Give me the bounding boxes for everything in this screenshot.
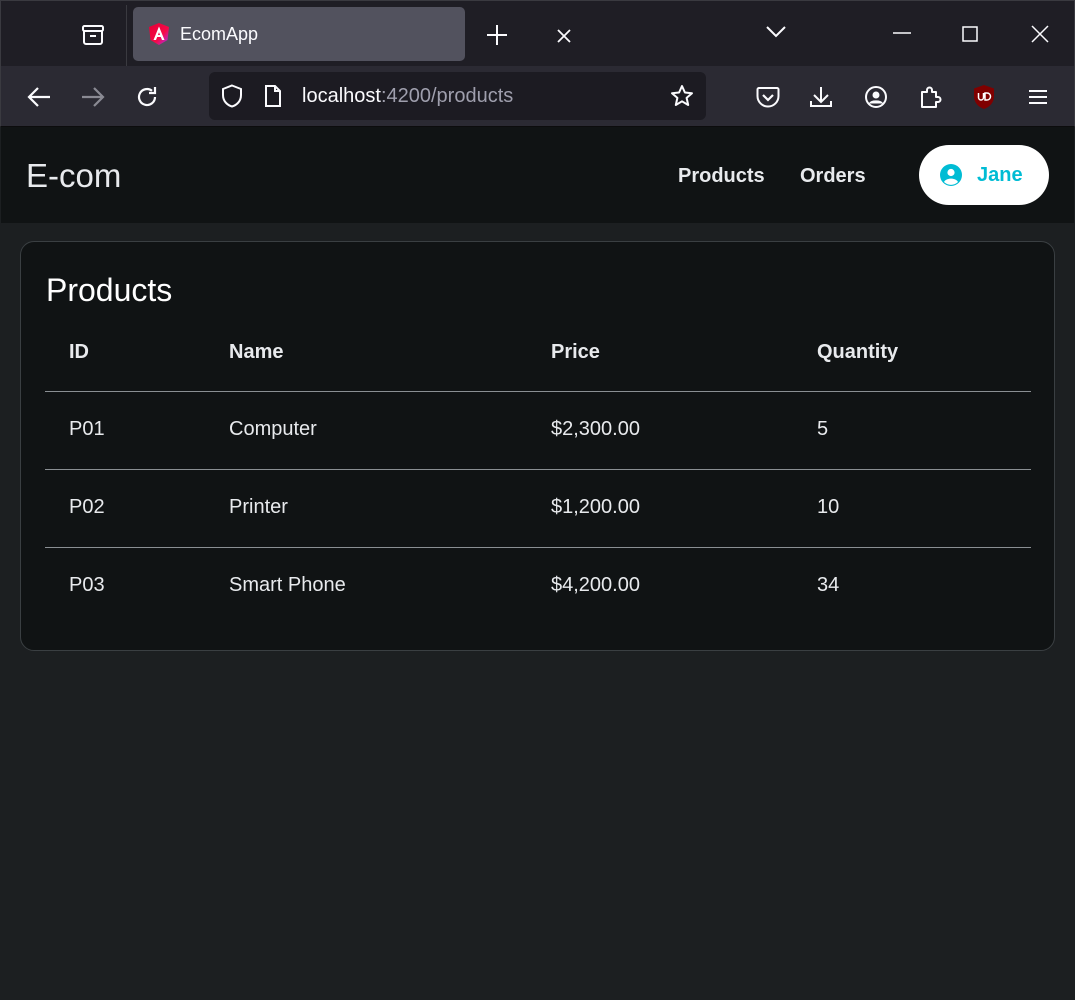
column-header-id: ID [69, 341, 89, 363]
extensions-button[interactable] [917, 84, 943, 110]
table-header-row: ID Name Price Quantity [45, 314, 1031, 392]
app-toolbar: E-com Products Orders Jane [1, 127, 1074, 223]
table-row: P01 Computer $2,300.00 5 [45, 392, 1031, 470]
maximize-icon[interactable] [962, 26, 978, 42]
plus-icon[interactable] [485, 23, 509, 47]
url-text: localhost:4200/products [302, 85, 513, 108]
reload-button[interactable] [134, 84, 160, 110]
angular-icon [149, 23, 169, 45]
ublock-icon [974, 85, 994, 109]
page-icon[interactable] [264, 84, 282, 108]
cell-quantity: 10 [817, 496, 840, 518]
cell-name: Computer [229, 418, 317, 440]
cell-quantity: 34 [817, 574, 840, 596]
cell-name: Printer [229, 496, 288, 518]
browser-tab-bar: EcomApp [0, 0, 1075, 67]
tab-separator [126, 5, 127, 67]
products-card: Products ID Name Price Quantity P01 Comp… [20, 241, 1055, 651]
firefox-view-button[interactable] [73, 15, 113, 55]
browser-toolbar: localhost:4200/products [0, 66, 1075, 127]
app-menu-button[interactable] [1025, 84, 1051, 110]
cell-price: $2,300.00 [551, 418, 640, 440]
nav-link-products[interactable]: Products [678, 165, 765, 188]
table-row: P03 Smart Phone $4,200.00 34 [45, 548, 1031, 626]
tab-ecomapp[interactable]: EcomApp [133, 7, 571, 61]
table-row: P02 Printer $1,200.00 10 [45, 470, 1031, 548]
products-table: ID Name Price Quantity P01 Computer $2,3… [45, 314, 1031, 626]
cell-quantity: 5 [817, 418, 829, 440]
url-path: :4200/products [380, 85, 514, 107]
cell-id: P01 [69, 418, 105, 440]
tab-title: EcomApp [180, 24, 259, 44]
column-header-price: Price [551, 341, 600, 363]
user-name: Jane [977, 164, 1023, 186]
minimize-icon[interactable] [893, 32, 911, 34]
address-bar[interactable]: localhost:4200/products [209, 72, 706, 120]
reload-icon [137, 87, 157, 107]
pocket-icon [756, 87, 780, 108]
arrow-right-icon [82, 87, 105, 107]
back-button[interactable] [26, 84, 52, 110]
cell-name: Smart Phone [229, 574, 346, 596]
account-button[interactable] [863, 84, 889, 110]
cell-id: P02 [69, 496, 105, 518]
column-header-name: Name [229, 341, 284, 363]
downloads-button[interactable] [808, 84, 834, 110]
account-icon [865, 86, 887, 108]
chevron-down-icon[interactable] [765, 25, 787, 39]
arrow-left-icon [27, 87, 50, 107]
cell-id: P03 [69, 574, 105, 596]
url-host: localhost [302, 85, 381, 107]
column-header-quantity: Quantity [817, 341, 899, 363]
cell-price: $1,200.00 [551, 496, 640, 518]
account-circle-icon [940, 164, 962, 186]
close-icon[interactable] [557, 29, 571, 43]
pocket-button[interactable] [755, 84, 781, 110]
page-title: Products [46, 272, 173, 308]
user-menu-button[interactable]: Jane [919, 145, 1049, 205]
shield-icon[interactable] [221, 84, 243, 108]
window-close-icon[interactable] [1031, 25, 1049, 43]
app-brand: E-com [26, 157, 122, 194]
cell-price: $4,200.00 [551, 574, 640, 596]
firefox-view-icon [82, 25, 104, 45]
nav-link-orders[interactable]: Orders [800, 165, 866, 188]
ublock-button[interactable] [971, 84, 997, 110]
forward-button[interactable] [80, 84, 106, 110]
hamburger-menu-icon [1029, 90, 1047, 104]
puzzle-icon [921, 86, 942, 108]
download-icon [810, 87, 832, 107]
star-icon[interactable] [670, 84, 694, 108]
